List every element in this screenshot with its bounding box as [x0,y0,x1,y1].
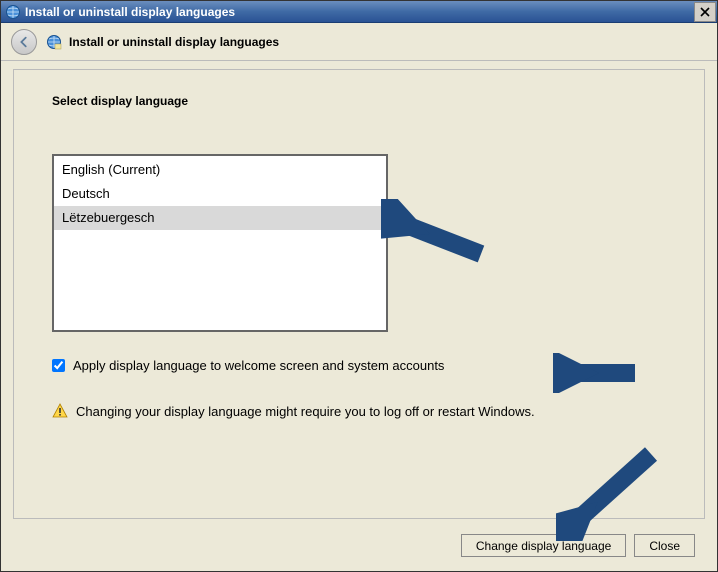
content-panel: Select display language English (Current… [13,69,705,519]
change-language-button[interactable]: Change display language [461,534,626,557]
globe-icon [5,4,21,20]
back-arrow-icon [17,35,31,49]
button-row: Change display language Close [461,534,695,557]
titlebar: Install or uninstall display languages [1,1,717,23]
close-button[interactable] [694,2,716,22]
apply-to-system-checkbox[interactable] [52,359,65,372]
warning-icon [52,403,68,419]
warning-row: Changing your display language might req… [52,403,666,419]
warning-text: Changing your display language might req… [76,404,535,419]
back-button[interactable] [11,29,37,55]
list-item[interactable]: English (Current) [54,158,386,182]
globe-icon [45,33,63,51]
language-listbox[interactable]: English (Current) Deutsch Lëtzebuergesch [52,154,388,332]
list-item[interactable]: Lëtzebuergesch [54,206,386,230]
list-item[interactable]: Deutsch [54,182,386,206]
section-title: Select display language [52,94,666,108]
titlebar-text: Install or uninstall display languages [25,5,694,19]
wizard-title: Install or uninstall display languages [69,35,279,49]
apply-to-system-row: Apply display language to welcome screen… [52,358,666,373]
close-icon [700,7,710,17]
wizard-header: Install or uninstall display languages [1,23,717,61]
close-button-bottom[interactable]: Close [634,534,695,557]
window: Install or uninstall display languages I… [0,0,718,572]
apply-to-system-label: Apply display language to welcome screen… [73,358,444,373]
